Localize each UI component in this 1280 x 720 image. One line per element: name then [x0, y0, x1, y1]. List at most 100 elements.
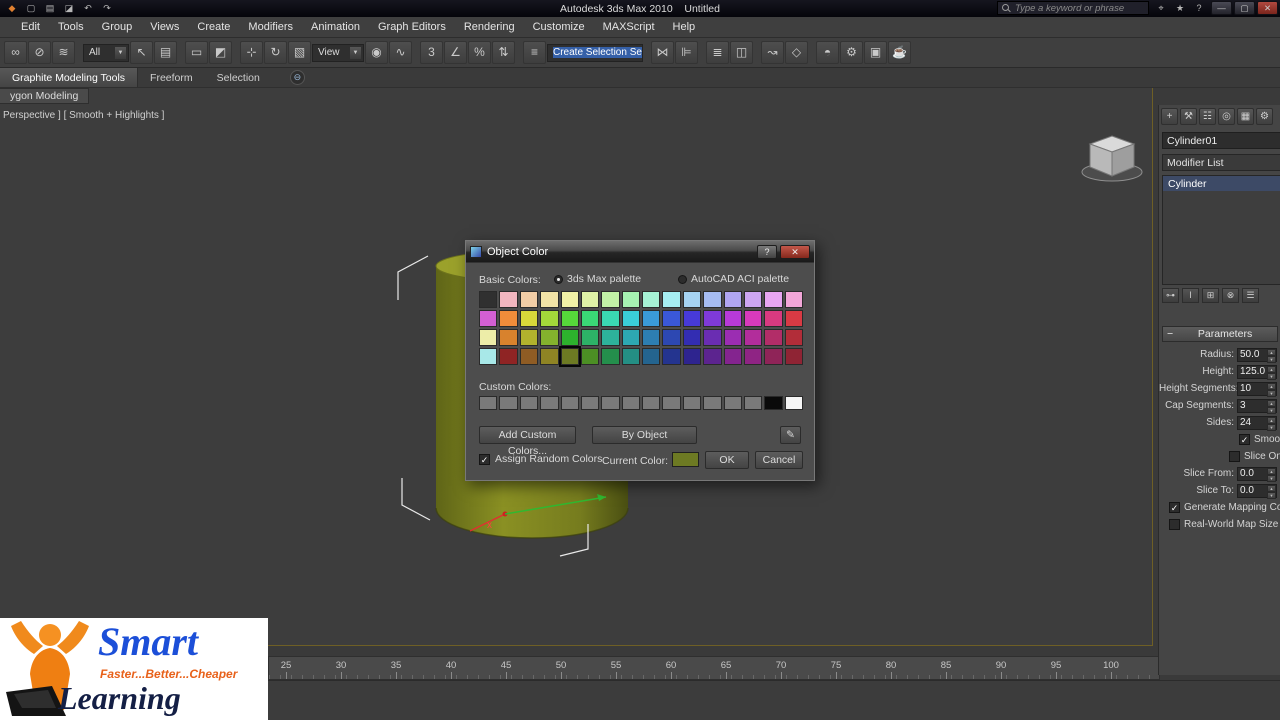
select-by-name-icon[interactable]: ▤ — [154, 41, 177, 64]
color-swatch[interactable] — [723, 329, 742, 346]
add-custom-colors-button[interactable]: Add Custom Colors... — [479, 426, 576, 457]
tab-modify-icon[interactable]: ⚒ — [1180, 108, 1197, 125]
menu-help[interactable]: Help — [664, 17, 705, 37]
color-swatch[interactable] — [723, 310, 742, 327]
custom-color-swatch[interactable] — [479, 396, 498, 410]
schematic-view-icon[interactable]: ◇ — [785, 41, 808, 64]
custom-color-swatch[interactable] — [703, 396, 722, 410]
color-swatch[interactable] — [703, 348, 722, 365]
ribbon-tab-freeform[interactable]: Freeform — [138, 68, 205, 87]
spinner-icon[interactable]: ▲ ▼ — [1267, 416, 1276, 431]
custom-color-swatch[interactable] — [519, 396, 539, 410]
tab-display-icon[interactable]: ▦ — [1237, 108, 1254, 125]
color-swatch[interactable] — [479, 291, 498, 308]
object-name-field[interactable]: Cylinder01 — [1162, 132, 1280, 149]
modifier-list-dropdown[interactable]: Modifier List ▼ — [1162, 154, 1280, 171]
spinner-up-icon[interactable]: ▲ — [1267, 399, 1276, 407]
menu-edit[interactable]: Edit — [12, 17, 49, 37]
color-swatch[interactable] — [479, 329, 498, 346]
configure-modifier-sets-icon[interactable]: ☰ — [1242, 288, 1259, 303]
color-swatch[interactable] — [580, 329, 600, 346]
color-swatch[interactable] — [519, 329, 539, 346]
param-height-segments-field[interactable]: 10 ▲ ▼ — [1237, 381, 1277, 397]
color-swatch[interactable] — [784, 348, 803, 365]
slice-on-checkbox[interactable]: Slice On — [1229, 448, 1280, 465]
color-swatch[interactable] — [764, 291, 783, 308]
named-selection-set-dropdown[interactable]: Create Selection Se▼ — [547, 43, 643, 62]
color-swatch[interactable] — [519, 348, 539, 365]
spinner-up-icon[interactable]: ▲ — [1267, 365, 1276, 373]
new-scene-icon[interactable]: ▢ — [23, 2, 39, 15]
menu-group[interactable]: Group — [93, 17, 142, 37]
color-swatch[interactable] — [621, 348, 640, 365]
spinner-down-icon[interactable]: ▼ — [1267, 372, 1276, 380]
color-swatch[interactable] — [560, 329, 579, 346]
color-swatch[interactable] — [723, 348, 742, 365]
save-file-icon[interactable]: ◪ — [61, 2, 77, 15]
by-object-button[interactable]: By Object — [592, 426, 697, 444]
color-swatch[interactable] — [642, 348, 661, 365]
radio-3dsmax-palette[interactable]: 3ds Max palette — [554, 273, 641, 285]
reference-coordinate-dropdown[interactable]: View ▼ — [312, 43, 364, 62]
spinner-snap-icon[interactable]: ⇅ — [492, 41, 515, 64]
color-swatch[interactable] — [743, 348, 763, 365]
color-swatch[interactable] — [784, 310, 803, 327]
param-sides-field[interactable]: 24 ▲ ▼ — [1237, 415, 1277, 431]
color-swatch[interactable] — [540, 310, 559, 327]
spinner-down-icon[interactable]: ▼ — [1267, 491, 1276, 499]
app-icon[interactable]: ◆ — [4, 2, 20, 15]
color-swatch[interactable] — [662, 348, 681, 365]
color-swatch[interactable] — [499, 329, 518, 346]
menu-graph-editors[interactable]: Graph Editors — [369, 17, 455, 37]
align-icon[interactable]: ⊫ — [675, 41, 698, 64]
color-swatch[interactable] — [560, 310, 579, 327]
color-swatch[interactable] — [642, 291, 661, 308]
search-input[interactable]: Type a keyword or phrase — [997, 1, 1149, 15]
search-scope-icon[interactable]: ⌖ — [1153, 2, 1169, 15]
custom-color-swatch[interactable] — [540, 396, 559, 410]
color-swatch[interactable] — [642, 329, 661, 346]
param-slice-to-field[interactable]: 0.0 ▲ ▼ — [1237, 483, 1277, 499]
color-swatch[interactable] — [662, 291, 681, 308]
color-swatch[interactable] — [662, 329, 681, 346]
custom-color-swatch[interactable] — [621, 396, 640, 410]
cancel-button[interactable]: Cancel — [755, 451, 803, 469]
use-pivot-center-icon[interactable]: ◉ — [365, 41, 388, 64]
angle-snap-icon[interactable]: ∠ — [444, 41, 467, 64]
spinner-down-icon[interactable]: ▼ — [1267, 389, 1276, 397]
chevron-down-icon[interactable]: ▼ — [350, 46, 361, 59]
color-swatch[interactable] — [743, 291, 763, 308]
color-swatch[interactable] — [519, 310, 539, 327]
color-swatch[interactable] — [784, 291, 803, 308]
render-production-icon[interactable]: ☕ — [888, 41, 911, 64]
spinner-icon[interactable]: ▲ ▼ — [1267, 467, 1276, 482]
color-swatch[interactable] — [703, 291, 722, 308]
smooth-checkbox[interactable]: ✓ Smooth — [1239, 431, 1280, 448]
color-swatch[interactable] — [479, 310, 498, 327]
color-swatch[interactable] — [580, 348, 600, 365]
color-swatch[interactable] — [682, 310, 702, 327]
material-editor-icon[interactable]: ◓ — [816, 41, 839, 64]
rectangular-selection-icon[interactable]: ▭ — [185, 41, 208, 64]
ribbon-tab-graphite-modeling-tools[interactable]: Graphite Modeling Tools — [0, 68, 139, 87]
chevron-down-icon[interactable]: ▼ — [115, 46, 126, 59]
percent-snap-icon[interactable]: % — [468, 41, 491, 64]
color-swatch[interactable] — [558, 346, 581, 367]
render-setup-icon[interactable]: ⚙ — [840, 41, 863, 64]
window-crossing-icon[interactable]: ◩ — [209, 41, 232, 64]
spinner-down-icon[interactable]: ▼ — [1267, 474, 1276, 482]
ribbon-tab-selection[interactable]: Selection — [205, 68, 272, 87]
remove-modifier-icon[interactable]: ⊗ — [1222, 288, 1239, 303]
color-swatch[interactable] — [479, 348, 498, 365]
dialog-close-button[interactable]: ✕ — [780, 244, 810, 259]
menu-rendering[interactable]: Rendering — [455, 17, 524, 37]
menu-animation[interactable]: Animation — [302, 17, 369, 37]
layer-manager-icon[interactable]: ≣ — [706, 41, 729, 64]
tab-utilities-icon[interactable]: ⚙ — [1256, 108, 1273, 125]
menu-views[interactable]: Views — [141, 17, 188, 37]
color-swatch[interactable] — [784, 329, 803, 346]
color-swatch[interactable] — [723, 291, 742, 308]
spinner-up-icon[interactable]: ▲ — [1267, 484, 1276, 492]
timeline-ruler[interactable]: 25 30 35 40 45 50 55 60 65 70 75 80 85 90 95 100 — [268, 656, 1160, 680]
ok-button[interactable]: OK — [705, 451, 749, 469]
